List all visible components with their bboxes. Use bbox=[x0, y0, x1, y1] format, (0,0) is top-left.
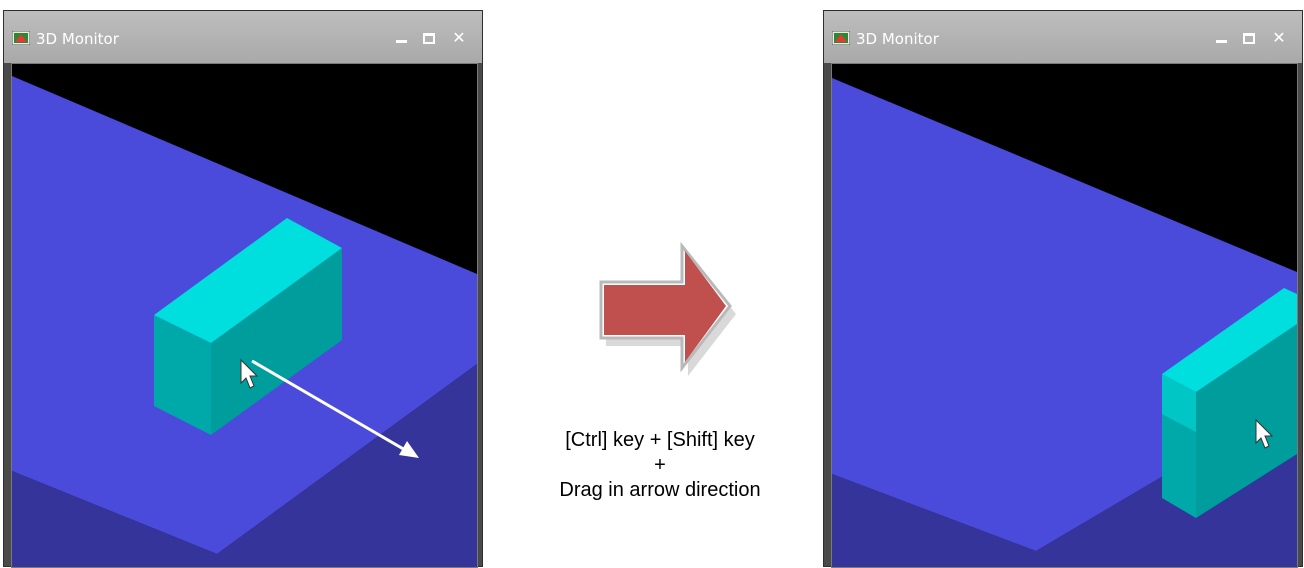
instruction-line-1: [Ctrl] key + [Shift] key bbox=[565, 429, 755, 451]
minimize-icon[interactable] bbox=[390, 27, 412, 49]
close-icon[interactable]: ✕ bbox=[1268, 27, 1290, 49]
monitor-window-before[interactable]: 3D Monitor ✕ bbox=[3, 10, 483, 568]
window-title: 3D Monitor bbox=[36, 30, 119, 48]
instruction-caption: [Ctrl] key + [Shift] key + Drag in arrow… bbox=[515, 428, 805, 503]
3d-viewport[interactable] bbox=[11, 63, 478, 568]
app-icon bbox=[832, 31, 850, 45]
instruction-line-3: Drag in arrow direction bbox=[559, 479, 761, 501]
transition-arrow-icon bbox=[599, 242, 736, 376]
monitor-window-after[interactable]: 3D Monitor ✕ bbox=[823, 10, 1303, 568]
title-bar[interactable]: 3D Monitor ✕ bbox=[824, 11, 1302, 63]
maximize-icon[interactable] bbox=[418, 27, 440, 49]
instruction-line-2: + bbox=[654, 454, 666, 476]
window-title: 3D Monitor bbox=[856, 30, 939, 48]
maximize-icon[interactable] bbox=[1238, 27, 1260, 49]
title-bar[interactable]: 3D Monitor ✕ bbox=[4, 11, 482, 63]
minimize-icon[interactable] bbox=[1210, 27, 1232, 49]
app-icon bbox=[12, 31, 30, 45]
close-icon[interactable]: ✕ bbox=[448, 27, 470, 49]
3d-viewport[interactable] bbox=[831, 63, 1298, 568]
